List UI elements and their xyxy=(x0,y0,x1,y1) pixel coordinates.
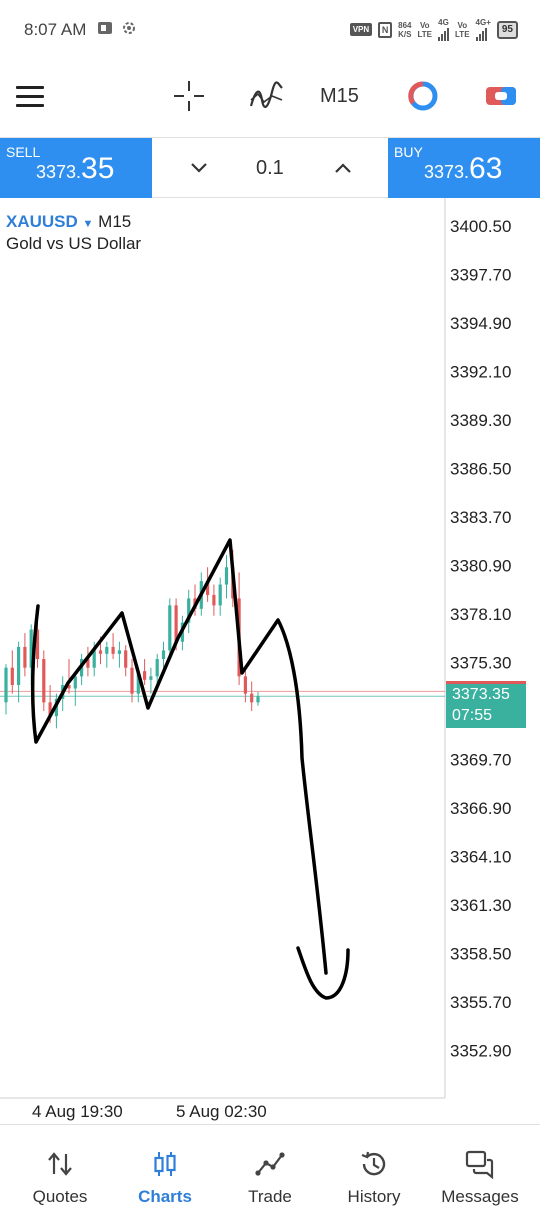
timeframe-button[interactable]: M15 xyxy=(320,85,359,108)
symbol-description: Gold vs US Dollar xyxy=(6,234,142,253)
bottom-navigation: Quotes Charts Trade History Messages xyxy=(0,1124,540,1218)
candle-body xyxy=(149,676,153,680)
candle-body xyxy=(250,693,254,703)
signal-icon xyxy=(475,27,491,41)
chart-timeframe: M15 xyxy=(98,212,132,231)
nav-messages[interactable]: Messages xyxy=(428,1125,532,1218)
chevron-down-icon[interactable] xyxy=(184,154,214,182)
settings-gear-icon xyxy=(123,22,135,34)
chevron-up-icon[interactable] xyxy=(328,154,358,182)
caret-down-icon[interactable]: ▼ xyxy=(83,218,94,230)
notification-app-icon xyxy=(98,22,112,34)
candle-body xyxy=(42,659,46,703)
y-axis-tick-label: 3378.10 xyxy=(450,605,511,624)
chart-toolbar: M15 xyxy=(0,60,540,138)
candle-body xyxy=(23,646,27,668)
symbol-name[interactable]: XAUUSD xyxy=(6,212,78,231)
candle-body xyxy=(161,650,166,660)
y-axis-tick-label: 3364.10 xyxy=(450,848,511,867)
crosshair-icon[interactable] xyxy=(171,78,207,114)
lot-size-input[interactable]: 0.1 xyxy=(256,157,284,180)
y-axis-tick-label: 3366.90 xyxy=(450,799,511,818)
candle-body xyxy=(130,667,134,694)
y-axis-tick-label: 3352.90 xyxy=(450,1042,511,1061)
y-axis-tick-label: 3380.90 xyxy=(450,557,511,576)
buy-button[interactable]: BUY 3373.63 xyxy=(388,138,540,198)
sell-button[interactable]: SELL 3373.35 xyxy=(0,138,152,198)
y-axis-tick-label: 3355.70 xyxy=(450,993,511,1012)
hand-drawn-trend-line xyxy=(30,538,328,975)
trade-line-icon xyxy=(255,1152,285,1176)
trade-toggle-icon[interactable] xyxy=(483,78,519,114)
signal-icon xyxy=(438,27,450,41)
chart-symbol-header[interactable]: XAUUSD ▼ M15 xyxy=(6,212,131,232)
one-click-trading-icon[interactable] xyxy=(405,78,441,114)
y-axis-tick-label: 3375.30 xyxy=(450,654,511,673)
y-axis-tick-label: 3361.30 xyxy=(450,896,511,915)
nav-trade[interactable]: Trade xyxy=(222,1125,318,1218)
vpn-icon: VPN xyxy=(349,23,373,36)
buy-label: BUY xyxy=(394,144,423,160)
sell-price: 3373.35 xyxy=(36,152,115,185)
y-axis-tick-label: 3389.30 xyxy=(450,411,511,430)
battery-indicator: 95 xyxy=(496,20,518,39)
history-clock-icon xyxy=(361,1151,386,1176)
messages-chat-icon xyxy=(465,1150,494,1179)
candle-body xyxy=(256,696,260,703)
y-axis-tick-label: 3383.70 xyxy=(450,508,511,527)
candle-countdown: 07:55 xyxy=(452,707,493,724)
candle-body xyxy=(155,659,159,677)
hamburger-menu-icon[interactable] xyxy=(16,86,44,108)
candle-body xyxy=(98,650,103,654)
candle-body xyxy=(218,584,222,606)
candle-body xyxy=(243,676,247,694)
current-price-badge: 3373.35 07:55 xyxy=(446,684,526,728)
quotes-arrows-icon xyxy=(48,1152,72,1176)
candle-body xyxy=(4,667,8,703)
candle-body xyxy=(212,594,216,606)
one-click-trade-panel: SELL 3373.35 0.1 BUY 3373.63 xyxy=(0,138,540,198)
candle-body xyxy=(17,646,21,686)
current-price-value: 3373.35 xyxy=(452,686,510,703)
candle-body xyxy=(168,605,172,651)
nav-charts[interactable]: Charts xyxy=(117,1125,213,1218)
candle-body xyxy=(124,650,128,668)
status-time: 8:07 AM xyxy=(24,20,87,39)
network-speed: 864 K/S xyxy=(398,20,412,39)
nav-quotes[interactable]: Quotes xyxy=(10,1125,110,1218)
indicators-icon[interactable] xyxy=(248,78,284,114)
network-type-1: 4G xyxy=(438,18,450,41)
candlestick-chart-icon xyxy=(154,1152,176,1176)
chart-canvas[interactable]: 3400.50 3397.70 3394.90 3392.10 3389.30 3386.… xyxy=(0,198,540,1124)
price-chart[interactable]: 3400.50 3397.70 3394.90 3392.10 3389.30 3386.… xyxy=(0,198,540,1124)
candle-body xyxy=(10,667,14,686)
volte-indicator-2: Vo LTE xyxy=(455,20,470,39)
buy-price: 3373.63 xyxy=(424,152,503,185)
candle-body xyxy=(105,646,109,654)
nfc-icon: N xyxy=(378,21,393,38)
network-type-2: 4G+ xyxy=(475,18,491,41)
nav-history[interactable]: History xyxy=(326,1125,422,1218)
y-axis-tick-label: 3386.50 xyxy=(450,460,511,479)
volte-indicator-1: Vo LTE xyxy=(417,20,433,39)
candle-body xyxy=(117,650,121,654)
y-axis-tick-label: 3369.70 xyxy=(450,751,511,770)
candle-body xyxy=(143,671,147,680)
y-axis-tick-label: 3394.90 xyxy=(450,314,511,333)
x-axis-tick-label: 4 Aug 19:30 xyxy=(32,1102,123,1121)
candle-body xyxy=(73,676,77,689)
y-axis-tick-label: 3358.50 xyxy=(450,945,511,964)
y-axis-tick-label: 3400.50 xyxy=(450,217,511,236)
candle-body xyxy=(224,567,229,585)
status-bar: 8:07 AM VPN N 864 K/S Vo LTE 4G Vo LTE 4… xyxy=(0,0,540,60)
x-axis-tick-label: 5 Aug 02:30 xyxy=(176,1102,267,1121)
candle-body xyxy=(111,646,115,654)
y-axis-tick-label: 3397.70 xyxy=(450,266,511,285)
y-axis-tick-label: 3392.10 xyxy=(450,363,511,382)
